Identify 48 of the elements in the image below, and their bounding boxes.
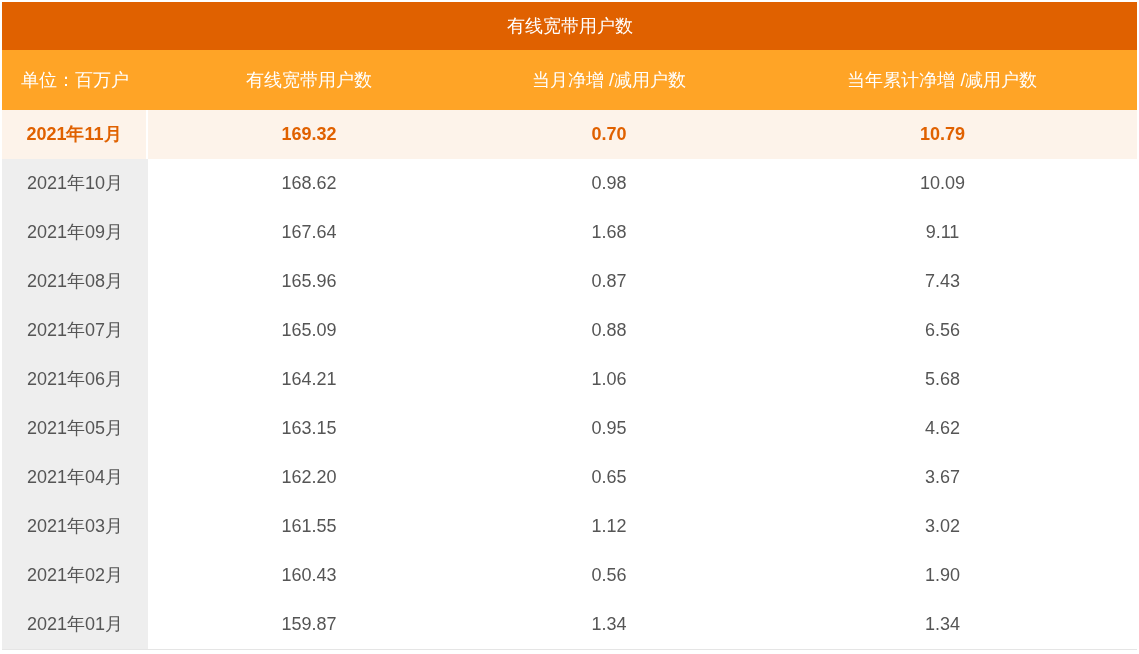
table-cell-text: 1.68 (590, 221, 628, 244)
table-cell-text: 3.67 (923, 466, 961, 489)
table-cell-text: 0.98 (590, 172, 628, 195)
table-cell: 2021年09月 (2, 208, 148, 257)
table-cell: 2021年02月 (2, 551, 148, 600)
table-cell-text: 6.56 (923, 319, 961, 342)
table-cell-text: 163.15 (280, 417, 338, 440)
table-cell-text: 161.55 (280, 515, 338, 538)
table-cell-text: 10.79 (918, 123, 966, 146)
column-header: 当年累计净增 /减用户数 (846, 68, 1039, 92)
table-title: 有线宽带用户数 (2, 2, 1137, 50)
column-header: 当月净增 /减用户数 (531, 68, 687, 92)
table-cell: 2021年10月 (2, 159, 148, 208)
column-header: 有线宽带用户数 (245, 68, 373, 92)
table-cell: 2021年05月 (2, 404, 148, 453)
table-cell: 2021年04月 (2, 453, 148, 502)
table-cell-text: 9.11 (924, 221, 961, 244)
table-cell-text: 169.32 (280, 123, 338, 146)
table-cell-text: 159.87 (280, 613, 338, 636)
table-cell-text: 0.87 (590, 270, 628, 293)
table-cell: 2021年06月 (2, 355, 148, 404)
table-cell: 2021年08月 (2, 257, 148, 306)
column-header: 单位：百万户 (20, 68, 130, 92)
table-cell-text: 168.62 (280, 172, 338, 195)
table-cell-text: 1.06 (590, 368, 628, 391)
table-cell-text: 1.34 (590, 613, 628, 636)
table-cell-text: 1.12 (590, 515, 628, 538)
table-cell-text: 4.62 (923, 417, 961, 440)
table-cell-text: 7.43 (923, 270, 961, 293)
table-cell-text: 3.02 (923, 515, 961, 538)
table-cell: 2021年01月 (2, 600, 148, 649)
table-cell-text: 1.90 (923, 564, 961, 587)
table-cell-text: 5.68 (923, 368, 961, 391)
table-cell-text: 165.09 (280, 319, 338, 342)
table-cell-text: 0.95 (590, 417, 628, 440)
table-cell-text: 162.20 (280, 466, 338, 489)
table-cell-text: 0.70 (590, 123, 628, 146)
table-cell-text: 165.96 (280, 270, 338, 293)
table-cell-text: 0.65 (590, 466, 628, 489)
table-cell-text: 0.56 (590, 564, 628, 587)
table-cell-text: 164.21 (280, 368, 338, 391)
table-cell: 2021年03月 (2, 502, 148, 551)
table-cell-text: 10.09 (918, 172, 966, 195)
table-cell-text: 160.43 (280, 564, 338, 587)
table-cell-text: 1.34 (923, 613, 961, 636)
table-cell-text: 167.64 (280, 221, 338, 244)
table-cell: 2021年07月 (2, 306, 148, 355)
table-cell-text: 0.88 (590, 319, 628, 342)
